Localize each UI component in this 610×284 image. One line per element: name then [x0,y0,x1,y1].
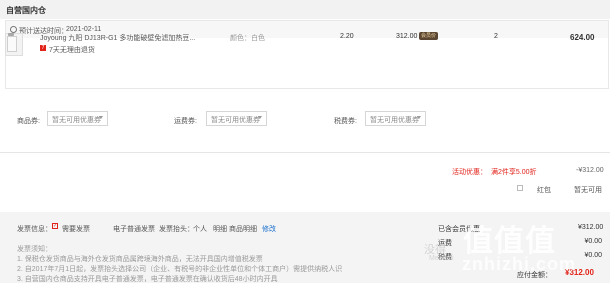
goods-coupon-label: 商品券: [17,118,40,125]
product-title-link[interactable]: Joyoung 九阳 DJ13R-G1 多功能破壁免滤加热豆... [40,33,216,43]
watermark-domain: znhizhi.com [462,254,576,274]
tax-fee-value: ¥0.00 [584,252,602,259]
store-header [0,0,610,19]
invoice-need-label: 需要发票 [62,226,90,233]
hongbao-status: 暂无可用 [574,187,602,194]
unit-price: 2.20 [340,33,354,40]
tax-coupon-value: 暂无可用优惠券 [370,117,419,124]
goods-coupon-value: 暂无可用优惠券 [52,117,101,124]
invoice-need-checkbox[interactable]: ✓ [52,223,58,229]
shipping-coupon-value: 暂无可用优惠券 [211,117,260,124]
color-value: 白色 [251,35,265,42]
divider [0,152,610,153]
hongbao-checkbox[interactable] [517,185,523,191]
watermark-url: Meldebi [429,255,454,262]
soymilk-maker-body-icon [7,36,17,52]
promo-value: 满2件享5.00折 [491,169,537,176]
invoice-label: 发票信息： [17,226,52,233]
member-price: 312.00 [396,33,418,40]
tax-coupon-label: 税费券: [334,118,357,125]
promo-amount: -¥312.00 [576,167,604,174]
member-price-badge: 会员价 [419,32,439,40]
invoice-edit-link[interactable]: 修改 [262,224,276,234]
return-policy-icon: 7 [40,45,46,51]
invoice-note: 1. 保税仓发货商品与海外仓发货商品属跨境海外商品，无法开具国内增值税发票 [17,256,263,263]
invoice-detail-label: 明细 [213,226,227,233]
hongbao-label: 红包 [537,187,551,194]
invoice-header-value: 个人 [193,226,207,233]
invoice-notes-title: 发票须知： [17,246,52,253]
return-policy-text: 7天无理由退货 [49,47,95,54]
goods-coupon-select[interactable]: 暂无可用优惠券 [47,111,108,126]
order-item-card: 预计送达时间： 2021-02-11 [5,20,609,89]
info-icon [10,26,17,33]
invoice-detail-value: 商品明细 [229,226,257,233]
shipping-fee-value: ¥0.00 [584,238,602,245]
invoice-type: 电子普通发票 [113,226,155,233]
quantity: 2 [494,33,498,40]
promo-label: 活动优惠： [452,169,487,176]
color-label: 颜色： [230,35,251,42]
tax-coupon-select[interactable]: 暂无可用优惠券 [365,111,426,126]
store-name: 自营国内仓 [6,6,46,15]
shipping-coupon-label: 运费券: [174,118,197,125]
delivery-date: 2021-02-11 [66,26,102,33]
shipping-coupon-select[interactable]: 暂无可用优惠券 [206,111,267,126]
invoice-note: 2. 自2017年7月1日起，发票抬头选择公司（企业、有税号的非企业性单位和个体… [17,266,342,273]
invoice-header-label: 发票抬头： [159,226,194,233]
member-discount-value: ¥312.00 [578,224,604,231]
item-subtotal: 624.00 [570,33,595,42]
